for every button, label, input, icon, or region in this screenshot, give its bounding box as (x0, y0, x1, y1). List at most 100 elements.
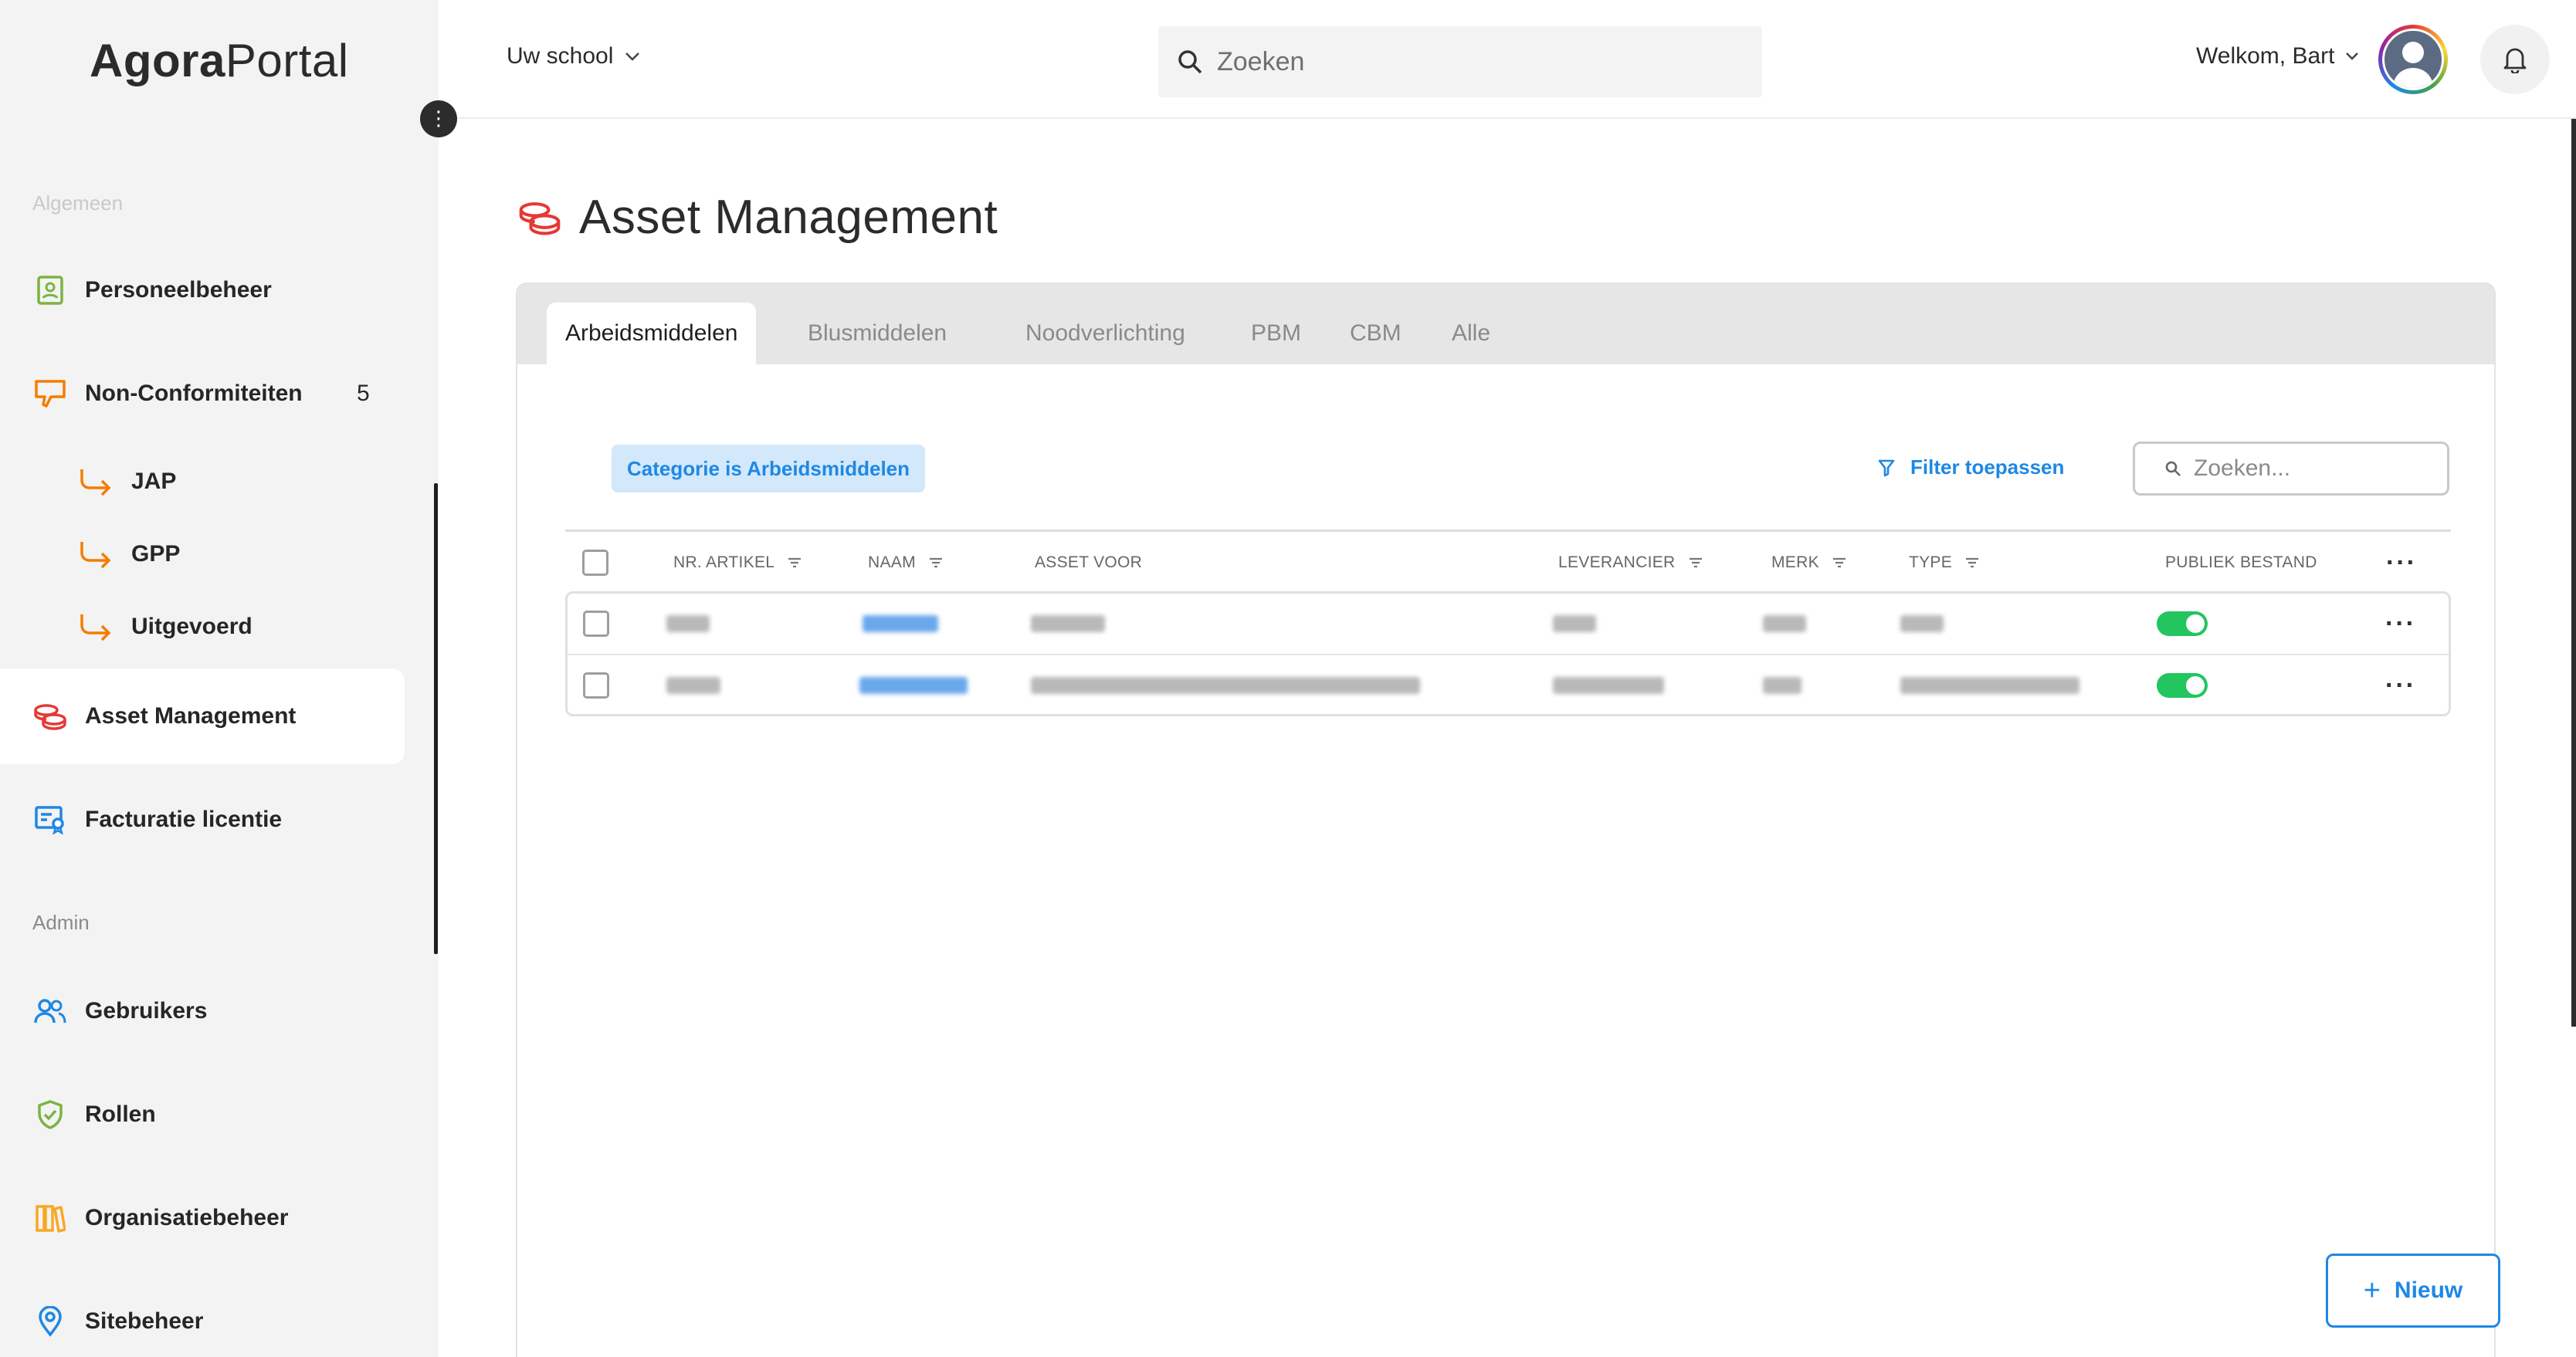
sidebar-item-label: Sitebeheer (85, 1308, 204, 1334)
sidebar-subitem-label: JAP (131, 469, 177, 494)
table-row[interactable]: ··· (568, 654, 2449, 714)
sidebar-item-personeelbeheer[interactable]: Personeelbeheer (0, 242, 405, 338)
tab-pbm[interactable]: PBM (1232, 303, 1320, 364)
sidebar-subitem-gpp[interactable]: GPP (77, 531, 180, 577)
school-selector-label: Uw school (507, 43, 614, 69)
table-body: ··· ··· (565, 591, 2451, 716)
sort-icon (1689, 557, 1702, 568)
redacted-link (859, 677, 968, 694)
sidebar-item-label: Gebruikers (85, 998, 208, 1024)
category-tabs: Arbeidsmiddelen Blusmiddelen Noodverlich… (517, 284, 2494, 364)
column-label: ASSET VOOR (1035, 553, 1143, 571)
asset-card: Arbeidsmiddelen Blusmiddelen Noodverlich… (516, 283, 2496, 1357)
table-row[interactable]: ··· (568, 594, 2449, 654)
column-label: NAAM (868, 553, 916, 571)
plus-icon: + (2363, 1274, 2381, 1307)
redacted-text (1763, 615, 1806, 632)
row-actions-button[interactable]: ··· (2385, 655, 2416, 716)
notifications-button[interactable] (2480, 25, 2550, 94)
cell-nr-artikel (666, 594, 710, 654)
new-button[interactable]: + Nieuw (2326, 1254, 2500, 1328)
filter-chip[interactable]: Categorie is Arbeidsmiddelen (612, 445, 926, 492)
page-scrollbar[interactable] (2571, 119, 2576, 1027)
sidebar-subitem-uitgevoerd[interactable]: Uitgevoerd (77, 604, 253, 650)
sidebar-item-asset-management[interactable]: Asset Management (0, 668, 405, 764)
sidebar-item-label: Organisatiebeheer (85, 1205, 289, 1230)
school-selector[interactable]: Uw school (507, 43, 641, 69)
cell-nr-artikel (666, 655, 720, 716)
row-checkbox[interactable] (583, 611, 609, 637)
redacted-text (1553, 615, 1596, 632)
search-icon (1178, 50, 1202, 74)
sidebar-item-label: Facturatie licentie (85, 807, 283, 832)
page-title: Asset Management (517, 190, 998, 245)
table-search-input[interactable] (2194, 455, 2441, 482)
publiek-bestand-toggle[interactable] (2157, 673, 2208, 698)
sidebar-item-facturatie-licentie[interactable]: Facturatie licentie (0, 772, 405, 868)
sidebar-item-sitebeheer[interactable]: Sitebeheer (0, 1274, 405, 1357)
coins-icon (32, 699, 68, 734)
sidebar-collapse-button[interactable]: ⋮ (420, 100, 457, 137)
select-all-checkbox[interactable] (582, 550, 608, 576)
filter-funnel-icon (1878, 459, 1895, 476)
cell-leverancier (1553, 594, 1596, 654)
sidebar-item-rollen[interactable]: Rollen (0, 1067, 405, 1162)
sidebar-item-label: Asset Management (85, 703, 297, 729)
cell-naam-link[interactable] (863, 594, 938, 654)
cell-asset-voor (1031, 655, 1420, 716)
global-search-input[interactable] (1217, 46, 1742, 77)
tab-blusmiddelen[interactable]: Blusmiddelen (789, 303, 965, 364)
cell-naam-link[interactable] (859, 655, 968, 716)
section-label-general: Algemeen (32, 191, 124, 215)
column-asset-voor[interactable]: ASSET VOOR (1035, 532, 1142, 594)
tab-cbm[interactable]: CBM (1331, 303, 1420, 364)
column-type[interactable]: TYPE (1909, 532, 1980, 594)
sidebar-item-non-conformiteiten[interactable]: Non-Conformiteiten 5 (0, 346, 405, 442)
sidebar: AgoraPortal Algemeen Personeelbeheer Non… (0, 0, 439, 1357)
sidebar-item-organisatiebeheer[interactable]: Organisatiebeheer (0, 1170, 405, 1266)
sidebar-subitem-jap[interactable]: JAP (77, 459, 176, 505)
column-label: MERK (1771, 553, 1819, 571)
tab-alle[interactable]: Alle (1433, 303, 1509, 364)
section-label-admin: Admin (32, 911, 90, 934)
column-nr-artikel[interactable]: NR. ARTIKEL (673, 532, 802, 594)
thumbs-down-icon (32, 376, 68, 411)
sidebar-item-label: Rollen (85, 1102, 156, 1127)
sidebar-scrollbar[interactable] (434, 483, 438, 954)
cell-asset-voor (1031, 594, 1105, 654)
bell-icon (2503, 48, 2527, 73)
brand-logo[interactable]: AgoraPortal (90, 34, 349, 87)
column-leverancier[interactable]: LEVERANCIER (1558, 532, 1703, 594)
top-bar: Uw school Welkom, Bart (439, 0, 2576, 119)
chevron-down-icon (625, 52, 640, 61)
cell-publiek-bestand (2157, 594, 2208, 654)
publiek-bestand-toggle[interactable] (2157, 611, 2208, 636)
arrow-turn-icon (77, 539, 114, 570)
count-badge: 5 (357, 381, 370, 406)
filter-apply-button[interactable]: Filter toepassen (1878, 455, 2064, 479)
app-root: AgoraPortal Algemeen Personeelbeheer Non… (0, 0, 2576, 1357)
column-naam[interactable]: NAAM (868, 532, 944, 594)
global-search (1158, 26, 1762, 97)
filter-apply-label: Filter toepassen (1910, 455, 2065, 479)
arrow-turn-icon (77, 611, 114, 642)
sidebar-item-label: Non-Conformiteiten (85, 381, 303, 406)
cell-merk (1763, 655, 1802, 716)
row-checkbox[interactable] (583, 672, 609, 699)
sidebar-item-gebruikers[interactable]: Gebruikers (0, 963, 405, 1059)
column-options-button[interactable]: ··· (2386, 532, 2417, 594)
column-merk[interactable]: MERK (1771, 532, 1847, 594)
avatar[interactable] (2378, 25, 2448, 94)
sidebar-subitem-label: Uitgevoerd (131, 614, 253, 639)
sort-icon (788, 557, 802, 568)
row-actions-button[interactable]: ··· (2385, 594, 2416, 654)
cell-type (1900, 655, 2079, 716)
sidebar-subitem-label: GPP (131, 541, 181, 567)
column-publiek-bestand[interactable]: PUBLIEK BESTAND (2165, 532, 2317, 594)
tab-arbeidsmiddelen[interactable]: Arbeidsmiddelen (547, 303, 757, 364)
sort-icon (929, 557, 942, 568)
user-menu[interactable]: Welkom, Bart (2196, 43, 2360, 69)
tab-noodverlichting[interactable]: Noodverlichting (1007, 303, 1204, 364)
users-icon (32, 993, 68, 1029)
row-select-cell (583, 655, 609, 716)
